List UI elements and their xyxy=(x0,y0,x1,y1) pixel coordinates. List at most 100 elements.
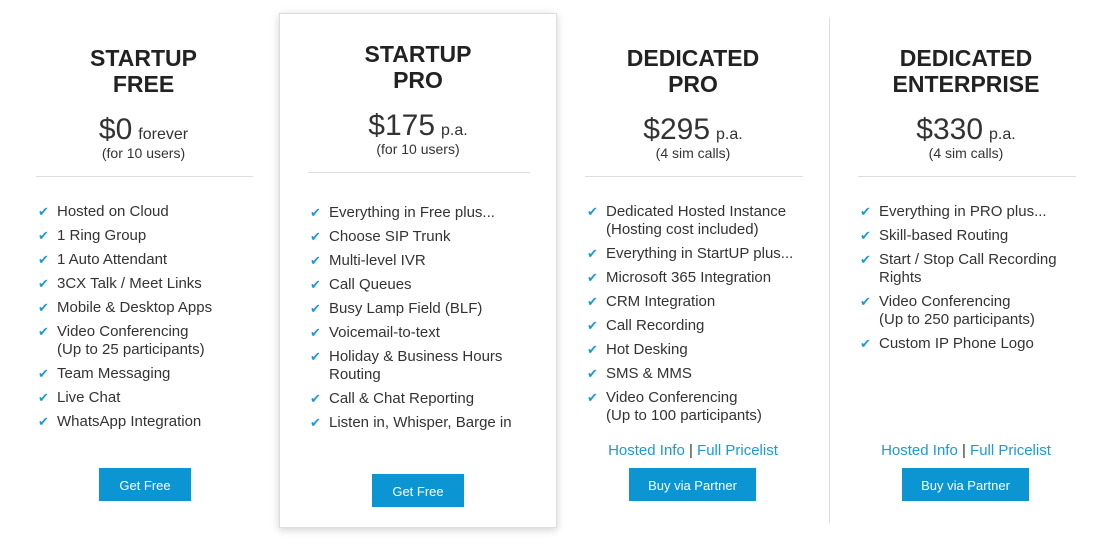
plan-title: STARTUP PRO xyxy=(280,41,556,93)
check-icon: ✔ xyxy=(587,270,598,285)
check-icon: ✔ xyxy=(38,366,49,381)
check-icon: ✔ xyxy=(860,204,871,219)
feature-item: ✔ Busy Lamp Field (BLF) xyxy=(310,300,546,318)
check-icon: ✔ xyxy=(310,253,321,268)
feature-text: SMS & MMS xyxy=(606,365,692,382)
plan-title: STARTUP FREE xyxy=(8,45,279,97)
feature-text: (Hosting cost included) xyxy=(606,221,759,238)
check-icon: ✔ xyxy=(38,252,49,267)
check-icon: ✔ xyxy=(587,366,598,381)
check-icon: ✔ xyxy=(587,342,598,357)
buy-via-partner-button[interactable]: Buy via Partner xyxy=(902,468,1029,501)
feature-text: CRM Integration xyxy=(606,293,716,310)
get-free-button[interactable]: Get Free xyxy=(372,474,464,507)
price-amount: $0 xyxy=(98,113,133,146)
check-icon: ✔ xyxy=(310,301,321,316)
hosted-info-link[interactable]: Hosted Info xyxy=(608,442,685,459)
divider xyxy=(858,176,1076,177)
check-icon: ✔ xyxy=(310,415,321,430)
feature-list: ✔ Everything in Free plus... ✔ Choose SIP T… xyxy=(310,204,546,438)
price-amount: $330 xyxy=(916,113,984,146)
plan-links: Hosted Info | Full Pricelist xyxy=(557,442,829,459)
check-icon: ✔ xyxy=(38,390,49,405)
full-pricelist-link[interactable]: Full Pricelist xyxy=(697,442,778,459)
feature-text: 1 Auto Attendant xyxy=(57,251,168,268)
check-icon: ✔ xyxy=(38,204,49,219)
feature-item: ✔ Call & Chat Reporting xyxy=(310,390,546,408)
plan-title-line2: PRO xyxy=(668,71,718,97)
check-icon: ✔ xyxy=(310,349,321,364)
feature-item: ✔ Everything in StartUP plus... xyxy=(587,245,819,263)
divider xyxy=(308,172,530,173)
full-pricelist-link[interactable]: Full Pricelist xyxy=(970,442,1051,459)
feature-item: ✔ 3CX Talk / Meet Links xyxy=(38,275,269,293)
feature-text: Rights xyxy=(879,269,922,286)
feature-item: ✔ Microsoft 365 Integration xyxy=(587,269,819,287)
feature-text: Start / Stop Call Recording xyxy=(879,251,1057,268)
feature-text: Video Conferencing xyxy=(879,293,1011,310)
price-note: (for 10 users) xyxy=(376,141,460,157)
plan-links: Hosted Info | Full Pricelist xyxy=(830,442,1102,459)
feature-text: WhatsApp Integration xyxy=(57,413,202,430)
check-icon: ✔ xyxy=(310,205,321,220)
check-icon: ✔ xyxy=(587,204,598,219)
feature-item: ✔ Voicemail-to-text xyxy=(310,324,546,342)
get-free-button[interactable]: Get Free xyxy=(99,468,191,501)
feature-item: ✔ Multi-level IVR xyxy=(310,252,546,270)
feature-text: Hot Desking xyxy=(606,341,688,358)
feature-text: Microsoft 365 Integration xyxy=(606,269,772,286)
check-icon: ✔ xyxy=(38,414,49,429)
plan-title: DEDICATED ENTERPRISE xyxy=(830,45,1102,97)
price-amount: $175 xyxy=(368,109,436,142)
feature-item: ✔ Mobile & Desktop Apps xyxy=(38,299,269,317)
feature-text: (Up to 100 participants) xyxy=(606,407,762,424)
feature-list: ✔ Dedicated Hosted Instance (Hosting cost … xyxy=(587,203,819,431)
plan-price: $0 forever xyxy=(8,113,279,147)
feature-list: ✔ Hosted on Cloud ✔ 1 Ring Group ✔ 1 Auto Att… xyxy=(38,203,269,437)
check-icon: ✔ xyxy=(310,391,321,406)
feature-item: ✔ Dedicated Hosted Instance (Hosting cost … xyxy=(587,203,819,239)
check-icon: ✔ xyxy=(310,229,321,244)
feature-text: Choose SIP Trunk xyxy=(329,228,451,245)
feature-text: Live Chat xyxy=(57,389,121,406)
feature-list: ✔ Everything in PRO plus... ✔ Skill-based R… xyxy=(860,203,1092,359)
feature-text: Dedicated Hosted Instance xyxy=(606,203,787,220)
price-note: (4 sim calls) xyxy=(655,145,731,161)
plan-price: $330 p.a. xyxy=(830,113,1102,147)
check-icon: ✔ xyxy=(587,294,598,309)
check-icon: ✔ xyxy=(860,228,871,243)
plan-title-line1: DEDICATED xyxy=(626,45,760,71)
feature-item: ✔ Video Conferencing (Up to 250 participan… xyxy=(860,293,1092,329)
feature-text: 1 Ring Group xyxy=(57,227,147,244)
feature-item: ✔ Start / Stop Call Recording Rights xyxy=(860,251,1092,287)
feature-item: ✔ Holiday & Business Hours Routing xyxy=(310,348,546,384)
plan-title-line1: STARTUP xyxy=(90,45,197,71)
plan-price: $295 p.a. xyxy=(557,113,829,147)
feature-item: ✔ Everything in PRO plus... xyxy=(860,203,1092,221)
hosted-info-link[interactable]: Hosted Info xyxy=(881,442,958,459)
feature-item: ✔ Skill-based Routing xyxy=(860,227,1092,245)
feature-text: (Up to 25 participants) xyxy=(57,341,205,358)
feature-text: Team Messaging xyxy=(57,365,171,382)
plan-title-line1: DEDICATED xyxy=(899,45,1033,71)
check-icon: ✔ xyxy=(587,246,598,261)
price-period: p.a. xyxy=(989,126,1016,143)
feature-text: Everything in PRO plus... xyxy=(879,203,1047,220)
feature-item: ✔ Custom IP Phone Logo xyxy=(860,335,1092,353)
feature-item: ✔ 1 Ring Group xyxy=(38,227,269,245)
check-icon: ✔ xyxy=(38,276,49,291)
check-icon: ✔ xyxy=(860,252,871,267)
feature-item: ✔ Video Conferencing (Up to 100 participan… xyxy=(587,389,819,425)
check-icon: ✔ xyxy=(38,228,49,243)
feature-item: ✔ Call Recording xyxy=(587,317,819,335)
feature-item: ✔ Hot Desking xyxy=(587,341,819,359)
check-icon: ✔ xyxy=(860,336,871,351)
check-icon: ✔ xyxy=(38,324,49,339)
feature-item: ✔ Call Queues xyxy=(310,276,546,294)
feature-text: Multi-level IVR xyxy=(329,252,426,269)
price-amount: $295 xyxy=(643,113,711,146)
feature-text: Custom IP Phone Logo xyxy=(879,335,1034,352)
divider xyxy=(585,176,803,177)
buy-via-partner-button[interactable]: Buy via Partner xyxy=(629,468,756,501)
feature-text: Video Conferencing xyxy=(606,389,738,406)
